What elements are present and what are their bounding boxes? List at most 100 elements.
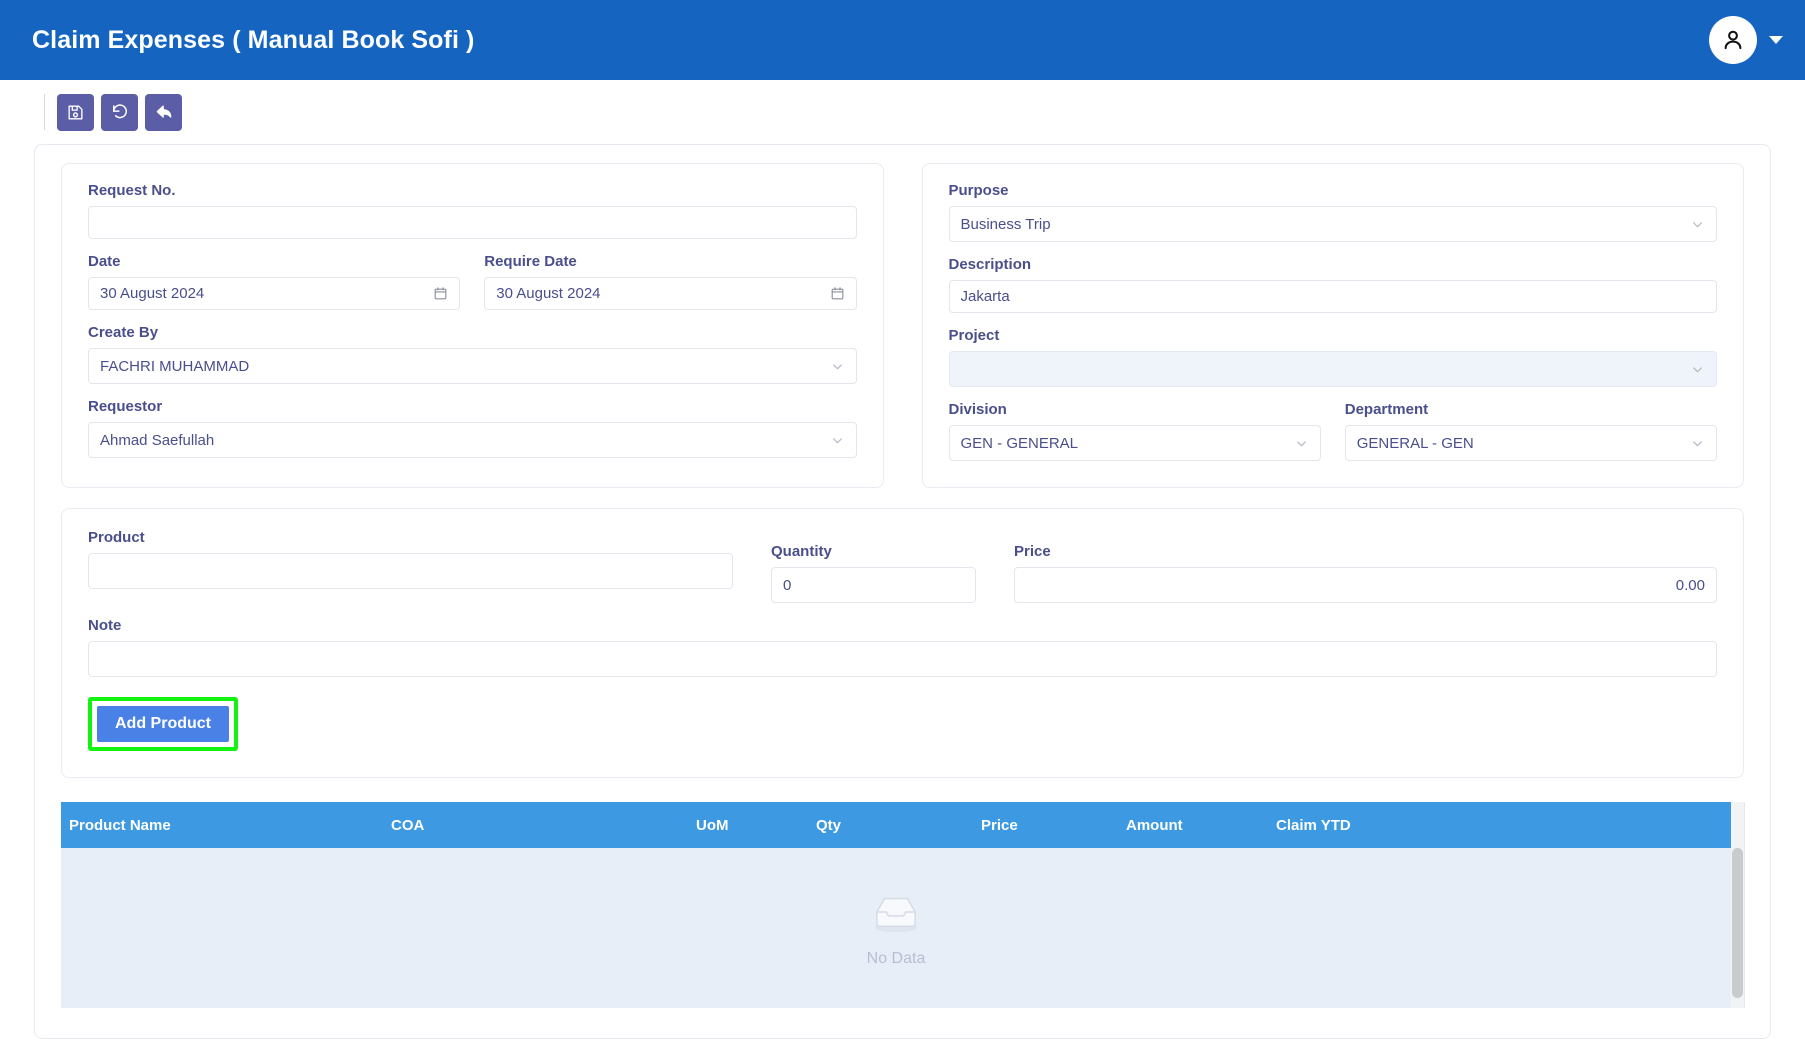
note-input[interactable]: [88, 641, 1717, 677]
description-value: Jakarta: [960, 288, 1010, 305]
requestor-value: Ahmad Saefullah: [100, 431, 215, 449]
purpose-info-panel: Purpose Business Trip Description Jakart…: [921, 163, 1744, 488]
request-no-label: Request No.: [88, 182, 176, 199]
price-value: 0.00: [1675, 576, 1705, 594]
form-container: Request No. Date 30 August 2024 Require …: [34, 144, 1771, 1039]
request-info-panel: Request No. Date 30 August 2024 Require …: [61, 163, 884, 488]
division-select[interactable]: GEN - GENERAL: [948, 425, 1321, 461]
table-vertical-scrollbar[interactable]: [1731, 802, 1744, 1008]
require-date-value: 30 August 2024: [496, 285, 601, 302]
table-main: Product Name COA UoM Qty Price Amount Cl…: [61, 802, 1731, 1008]
chevron-down-icon[interactable]: [1690, 217, 1705, 232]
date-value: 30 August 2024: [100, 285, 205, 302]
field-create-by: Create By FACHRI MUHAMMAD: [88, 324, 857, 384]
no-data-label: No Data: [866, 949, 926, 967]
scrollbar-thumb[interactable]: [1732, 848, 1743, 998]
chevron-down-icon[interactable]: [1294, 436, 1309, 451]
date-input[interactable]: 30 August 2024: [88, 277, 461, 310]
field-date: Date 30 August 2024: [88, 253, 461, 310]
create-by-value: FACHRI MUHAMMAD: [100, 357, 250, 375]
arrow-back-icon: [154, 102, 174, 122]
request-no-input[interactable]: [88, 206, 857, 239]
column-header-price[interactable]: Price: [981, 802, 1126, 848]
project-select[interactable]: [948, 351, 1717, 387]
app-header: Claim Expenses ( Manual Book Sofi ): [0, 0, 1805, 80]
reset-button[interactable]: [101, 93, 138, 131]
field-quantity: Quantity 0: [771, 543, 976, 603]
field-note: Note: [88, 617, 1717, 677]
require-date-input[interactable]: 30 August 2024: [484, 277, 857, 310]
date-row: Date 30 August 2024 Require Date 30 Augu…: [88, 239, 857, 310]
column-header-amount[interactable]: Amount: [1126, 802, 1276, 848]
field-division: Division GEN - GENERAL: [948, 401, 1321, 461]
description-label: Description: [948, 256, 1032, 273]
column-header-qty[interactable]: Qty: [816, 802, 981, 848]
field-purpose: Purpose Business Trip: [948, 182, 1717, 242]
product-input[interactable]: [88, 553, 733, 589]
add-product-highlight: Add Product: [88, 697, 238, 751]
quantity-value: 0: [783, 576, 792, 594]
action-toolbar: [0, 80, 1805, 144]
products-table: Product Name COA UoM Qty Price Amount Cl…: [61, 802, 1731, 848]
description-input[interactable]: Jakarta: [948, 280, 1717, 313]
chevron-down-icon[interactable]: [1769, 36, 1783, 44]
field-product: Product: [88, 529, 733, 603]
purpose-label: Purpose: [948, 182, 1009, 199]
field-require-date: Require Date 30 August 2024: [484, 253, 857, 310]
purpose-value: Business Trip: [960, 215, 1051, 233]
create-by-label: Create By: [88, 324, 159, 341]
toolbar-divider: [44, 94, 45, 130]
price-label: Price: [1014, 543, 1051, 560]
department-label: Department: [1344, 401, 1429, 418]
department-select[interactable]: GENERAL - GEN: [1344, 425, 1717, 461]
avatar[interactable]: [1709, 16, 1757, 64]
require-date-label: Require Date: [484, 253, 577, 270]
column-header-claim-ytd[interactable]: Claim YTD: [1276, 802, 1731, 848]
product-entry-panel: Product Quantity 0 Price 0.00 Note Add P…: [61, 508, 1744, 778]
product-row: Product Quantity 0 Price 0.00: [88, 529, 1717, 603]
field-requestor: Requestor Ahmad Saefullah: [88, 398, 857, 458]
chevron-down-icon[interactable]: [830, 359, 845, 374]
quantity-label: Quantity: [771, 543, 832, 560]
create-by-select[interactable]: FACHRI MUHAMMAD: [88, 348, 857, 384]
chevron-down-icon[interactable]: [1690, 362, 1705, 377]
field-description: Description Jakarta: [948, 256, 1717, 313]
product-label: Product: [88, 529, 145, 546]
note-label: Note: [88, 617, 122, 634]
panel-divider: [1744, 802, 1745, 1008]
save-floppy-icon: [66, 103, 85, 122]
requestor-select[interactable]: Ahmad Saefullah: [88, 422, 857, 458]
chevron-down-icon[interactable]: [830, 433, 845, 448]
project-label: Project: [948, 327, 1000, 344]
chevron-down-icon[interactable]: [1690, 436, 1705, 451]
back-button[interactable]: [145, 93, 182, 131]
division-label: Division: [948, 401, 1007, 418]
table-header-row: Product Name COA UoM Qty Price Amount Cl…: [61, 802, 1731, 848]
calendar-icon[interactable]: [830, 286, 845, 301]
division-value: GEN - GENERAL: [960, 434, 1079, 452]
refresh-counterclockwise-icon: [110, 102, 130, 122]
field-department: Department GENERAL - GEN: [1344, 401, 1717, 461]
inbox-empty-icon: [865, 889, 927, 940]
table-empty-state: No Data: [61, 848, 1731, 1008]
field-project: Project: [948, 327, 1717, 387]
page-title: Claim Expenses ( Manual Book Sofi ): [32, 25, 475, 54]
date-label: Date: [88, 253, 121, 270]
department-value: GENERAL - GEN: [1356, 434, 1474, 452]
requestor-label: Requestor: [88, 398, 163, 415]
header-panels: Request No. Date 30 August 2024 Require …: [61, 163, 1744, 488]
user-icon: [1720, 27, 1746, 53]
product-table: Product Name COA UoM Qty Price Amount Cl…: [61, 802, 1745, 1008]
add-product-button[interactable]: Add Product: [95, 704, 231, 744]
purpose-select[interactable]: Business Trip: [948, 206, 1717, 242]
column-header-uom[interactable]: UoM: [696, 802, 816, 848]
calendar-icon[interactable]: [433, 286, 448, 301]
column-header-coa[interactable]: COA: [391, 802, 696, 848]
field-price: Price 0.00: [1014, 543, 1717, 603]
quantity-input[interactable]: 0: [771, 567, 976, 603]
field-request-no: Request No.: [88, 182, 857, 239]
column-header-product-name[interactable]: Product Name: [61, 802, 391, 848]
save-button[interactable]: [57, 93, 94, 131]
user-menu[interactable]: [1709, 16, 1783, 64]
price-input[interactable]: 0.00: [1014, 567, 1717, 603]
